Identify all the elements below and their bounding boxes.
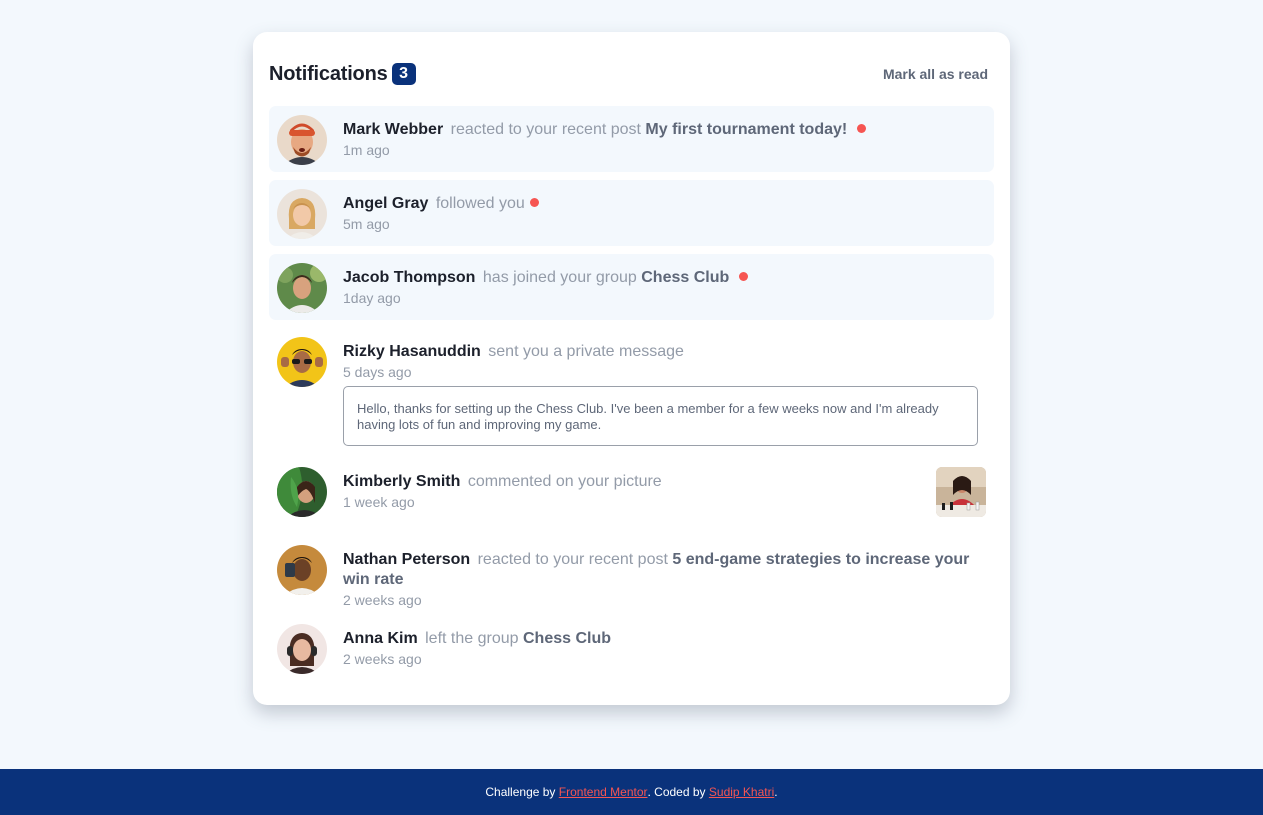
avatar [277,545,327,595]
chess-picture-image [936,467,986,517]
notification-item[interactable]: Mark Webber reacted to your recent post … [269,106,994,172]
notification-text: Rizky Hasanuddin sent you a private mess… [343,342,978,362]
notification-action: left the group [425,630,519,647]
notification-action: followed you [435,195,525,212]
notification-item[interactable]: Nathan Peterson reacted to your recent p… [269,536,994,612]
notification-action: has joined your group [482,269,637,286]
unread-dot-icon [738,272,748,281]
notification-user[interactable]: Mark Webber [343,121,443,138]
avatar [277,189,327,239]
notification-action: reacted to your recent post [477,551,668,568]
notification-time: 1m ago [343,142,390,158]
notification-user[interactable]: Anna Kim [343,630,418,647]
commented-picture-thumbnail[interactable] [936,467,986,517]
notification-text: Mark Webber reacted to your recent post … [343,120,978,140]
notification-item[interactable]: Kimberly Smith commented on your picture… [269,458,994,524]
notification-user[interactable]: Nathan Peterson [343,551,470,568]
notification-content: Kimberly Smith commented on your picture… [343,472,978,510]
notification-content: Rizky Hasanuddin sent you a private mess… [343,342,978,446]
mark-all-as-read-button[interactable]: Mark all as read [883,66,988,82]
notification-user[interactable]: Jacob Thompson [343,269,475,286]
notification-user[interactable]: Rizky Hasanuddin [343,343,481,360]
unread-dot-icon [856,124,866,133]
unread-dot-icon [529,198,539,207]
page-title: Notifications [269,62,388,85]
notification-text: Jacob Thompson has joined your group Che… [343,268,978,288]
frontend-mentor-link[interactable]: Frontend Mentor [559,785,648,799]
avatar [277,115,327,165]
avatar [277,467,327,517]
notification-content: Jacob Thompson has joined your group Che… [343,268,978,306]
footer-suffix: . [774,785,778,799]
notification-content: Anna Kim left the group Chess Club 2 wee… [343,629,978,667]
notification-text: Nathan Peterson reacted to your recent p… [343,550,978,590]
author-link[interactable]: Sudip Khatri [709,785,774,799]
notification-time: 5m ago [343,216,390,232]
footer: Challenge by Frontend Mentor. Coded by S… [0,769,1263,815]
notification-user[interactable]: Angel Gray [343,195,428,212]
notification-item[interactable]: Rizky Hasanuddin sent you a private mess… [269,328,994,450]
notification-object[interactable]: Chess Club [641,269,729,286]
notification-time: 5 days ago [343,364,412,380]
avatar-jacob-thompson [277,263,327,313]
avatar [277,263,327,313]
footer-prefix: Challenge by [485,785,556,799]
notification-object[interactable]: Chess Club [523,630,611,647]
notification-time: 1day ago [343,290,401,306]
avatar [277,624,327,674]
notification-item[interactable]: Anna Kim left the group Chess Club 2 wee… [269,615,994,681]
avatar-angel-gray [277,189,327,239]
notification-time: 1 week ago [343,494,415,510]
notification-item[interactable]: Jacob Thompson has joined your group Che… [269,254,994,320]
notification-text: Kimberly Smith commented on your picture [343,472,978,492]
notification-action: reacted to your recent post [450,121,641,138]
avatar-anna-kim [277,624,327,674]
avatar-kimberly-smith [277,467,327,517]
notification-content: Nathan Peterson reacted to your recent p… [343,550,978,608]
avatar-mark-webber [277,115,327,165]
notification-text: Angel Gray followed you [343,194,978,214]
notification-action: commented on your picture [467,473,662,490]
notification-content: Angel Gray followed you 5m ago [343,194,978,232]
notification-time: 2 weeks ago [343,592,422,608]
notifications-header: Notifications 3 Mark all as read [269,62,988,86]
avatar-nathan-peterson [277,545,327,595]
notification-user[interactable]: Kimberly Smith [343,473,460,490]
unread-count-badge: 3 [391,63,416,85]
avatar [277,337,327,387]
footer-middle: . Coded by [647,785,706,799]
notification-object[interactable]: My first tournament today! [645,121,847,138]
notification-action: sent you a private message [488,343,684,360]
notifications-card: Notifications 3 Mark all as read Mark We… [253,32,1010,705]
notification-text: Anna Kim left the group Chess Club [343,629,978,649]
notification-content: Mark Webber reacted to your recent post … [343,120,978,158]
private-message[interactable]: Hello, thanks for setting up the Chess C… [343,386,978,446]
avatar-rizky-hasanuddin [277,337,327,387]
notification-time: 2 weeks ago [343,651,422,667]
notification-item[interactable]: Angel Gray followed you 5m ago [269,180,994,246]
title-wrap: Notifications 3 [269,63,416,86]
